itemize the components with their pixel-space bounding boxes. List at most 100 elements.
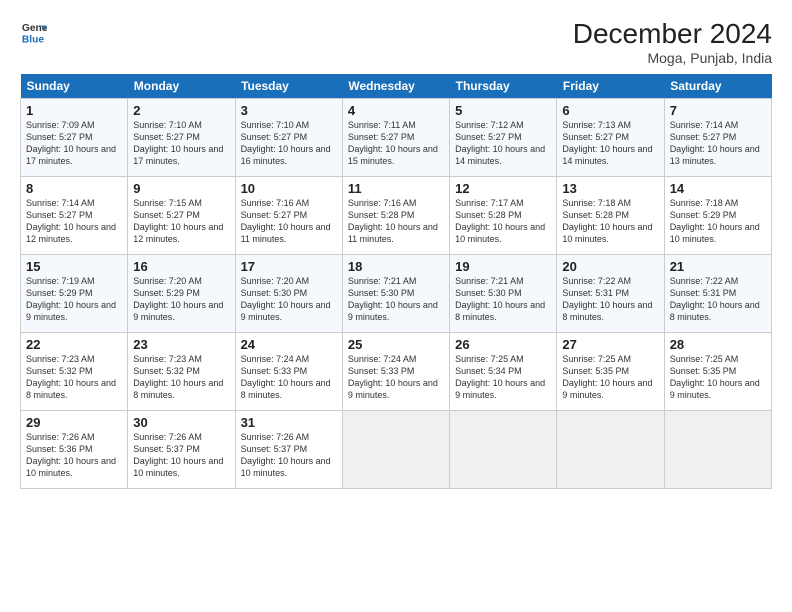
day-info: Sunrise: 7:13 AMSunset: 5:27 PMDaylight:… (562, 119, 658, 168)
day-info: Sunrise: 7:14 AMSunset: 5:27 PMDaylight:… (670, 119, 766, 168)
calendar-cell (450, 411, 557, 489)
calendar-cell: 9Sunrise: 7:15 AMSunset: 5:27 PMDaylight… (128, 177, 235, 255)
calendar-cell: 18Sunrise: 7:21 AMSunset: 5:30 PMDayligh… (342, 255, 449, 333)
calendar-cell: 14Sunrise: 7:18 AMSunset: 5:29 PMDayligh… (664, 177, 771, 255)
day-of-week-header: Saturday (664, 74, 771, 99)
day-info: Sunrise: 7:21 AMSunset: 5:30 PMDaylight:… (455, 275, 551, 324)
day-of-week-header: Sunday (21, 74, 128, 99)
calendar-cell (664, 411, 771, 489)
day-number: 2 (133, 103, 229, 118)
calendar-cell: 4Sunrise: 7:11 AMSunset: 5:27 PMDaylight… (342, 99, 449, 177)
calendar-cell: 26Sunrise: 7:25 AMSunset: 5:34 PMDayligh… (450, 333, 557, 411)
day-info: Sunrise: 7:19 AMSunset: 5:29 PMDaylight:… (26, 275, 122, 324)
calendar-cell: 22Sunrise: 7:23 AMSunset: 5:32 PMDayligh… (21, 333, 128, 411)
day-info: Sunrise: 7:25 AMSunset: 5:34 PMDaylight:… (455, 353, 551, 402)
calendar-cell: 20Sunrise: 7:22 AMSunset: 5:31 PMDayligh… (557, 255, 664, 333)
page: General Blue December 2024 Moga, Punjab,… (0, 0, 792, 499)
day-info: Sunrise: 7:23 AMSunset: 5:32 PMDaylight:… (26, 353, 122, 402)
svg-text:Blue: Blue (22, 34, 45, 45)
calendar-cell: 7Sunrise: 7:14 AMSunset: 5:27 PMDaylight… (664, 99, 771, 177)
calendar-cell: 11Sunrise: 7:16 AMSunset: 5:28 PMDayligh… (342, 177, 449, 255)
day-info: Sunrise: 7:20 AMSunset: 5:29 PMDaylight:… (133, 275, 229, 324)
day-number: 11 (348, 181, 444, 196)
day-of-week-header: Friday (557, 74, 664, 99)
day-number: 16 (133, 259, 229, 274)
day-number: 4 (348, 103, 444, 118)
day-info: Sunrise: 7:26 AMSunset: 5:36 PMDaylight:… (26, 431, 122, 480)
day-info: Sunrise: 7:18 AMSunset: 5:29 PMDaylight:… (670, 197, 766, 246)
day-number: 20 (562, 259, 658, 274)
day-number: 6 (562, 103, 658, 118)
calendar-cell: 12Sunrise: 7:17 AMSunset: 5:28 PMDayligh… (450, 177, 557, 255)
day-info: Sunrise: 7:12 AMSunset: 5:27 PMDaylight:… (455, 119, 551, 168)
calendar-cell: 5Sunrise: 7:12 AMSunset: 5:27 PMDaylight… (450, 99, 557, 177)
calendar-cell: 25Sunrise: 7:24 AMSunset: 5:33 PMDayligh… (342, 333, 449, 411)
calendar-cell (342, 411, 449, 489)
day-info: Sunrise: 7:10 AMSunset: 5:27 PMDaylight:… (133, 119, 229, 168)
day-of-week-header: Wednesday (342, 74, 449, 99)
day-number: 10 (241, 181, 337, 196)
day-info: Sunrise: 7:24 AMSunset: 5:33 PMDaylight:… (241, 353, 337, 402)
day-number: 31 (241, 415, 337, 430)
day-info: Sunrise: 7:16 AMSunset: 5:28 PMDaylight:… (348, 197, 444, 246)
day-info: Sunrise: 7:21 AMSunset: 5:30 PMDaylight:… (348, 275, 444, 324)
day-info: Sunrise: 7:25 AMSunset: 5:35 PMDaylight:… (562, 353, 658, 402)
day-info: Sunrise: 7:20 AMSunset: 5:30 PMDaylight:… (241, 275, 337, 324)
calendar-cell: 6Sunrise: 7:13 AMSunset: 5:27 PMDaylight… (557, 99, 664, 177)
day-number: 13 (562, 181, 658, 196)
day-number: 15 (26, 259, 122, 274)
day-number: 19 (455, 259, 551, 274)
day-info: Sunrise: 7:14 AMSunset: 5:27 PMDaylight:… (26, 197, 122, 246)
calendar-cell: 17Sunrise: 7:20 AMSunset: 5:30 PMDayligh… (235, 255, 342, 333)
day-number: 30 (133, 415, 229, 430)
day-number: 25 (348, 337, 444, 352)
day-info: Sunrise: 7:22 AMSunset: 5:31 PMDaylight:… (670, 275, 766, 324)
day-info: Sunrise: 7:15 AMSunset: 5:27 PMDaylight:… (133, 197, 229, 246)
day-number: 9 (133, 181, 229, 196)
day-number: 12 (455, 181, 551, 196)
day-info: Sunrise: 7:26 AMSunset: 5:37 PMDaylight:… (133, 431, 229, 480)
calendar-cell: 28Sunrise: 7:25 AMSunset: 5:35 PMDayligh… (664, 333, 771, 411)
day-number: 27 (562, 337, 658, 352)
day-of-week-header: Tuesday (235, 74, 342, 99)
location-title: Moga, Punjab, India (573, 50, 772, 66)
day-number: 14 (670, 181, 766, 196)
day-number: 18 (348, 259, 444, 274)
day-info: Sunrise: 7:16 AMSunset: 5:27 PMDaylight:… (241, 197, 337, 246)
day-number: 1 (26, 103, 122, 118)
day-number: 21 (670, 259, 766, 274)
header: General Blue December 2024 Moga, Punjab,… (20, 18, 772, 66)
calendar-cell: 1Sunrise: 7:09 AMSunset: 5:27 PMDaylight… (21, 99, 128, 177)
day-info: Sunrise: 7:23 AMSunset: 5:32 PMDaylight:… (133, 353, 229, 402)
day-number: 22 (26, 337, 122, 352)
calendar-cell: 19Sunrise: 7:21 AMSunset: 5:30 PMDayligh… (450, 255, 557, 333)
calendar-cell: 27Sunrise: 7:25 AMSunset: 5:35 PMDayligh… (557, 333, 664, 411)
day-number: 26 (455, 337, 551, 352)
calendar-table: SundayMondayTuesdayWednesdayThursdayFrid… (20, 74, 772, 489)
calendar-cell (557, 411, 664, 489)
calendar-cell: 30Sunrise: 7:26 AMSunset: 5:37 PMDayligh… (128, 411, 235, 489)
calendar-cell: 2Sunrise: 7:10 AMSunset: 5:27 PMDaylight… (128, 99, 235, 177)
day-number: 24 (241, 337, 337, 352)
day-info: Sunrise: 7:25 AMSunset: 5:35 PMDaylight:… (670, 353, 766, 402)
day-info: Sunrise: 7:24 AMSunset: 5:33 PMDaylight:… (348, 353, 444, 402)
day-info: Sunrise: 7:10 AMSunset: 5:27 PMDaylight:… (241, 119, 337, 168)
day-of-week-header: Thursday (450, 74, 557, 99)
day-number: 17 (241, 259, 337, 274)
day-number: 28 (670, 337, 766, 352)
calendar-cell: 10Sunrise: 7:16 AMSunset: 5:27 PMDayligh… (235, 177, 342, 255)
day-info: Sunrise: 7:18 AMSunset: 5:28 PMDaylight:… (562, 197, 658, 246)
month-title: December 2024 (573, 18, 772, 50)
calendar-cell: 8Sunrise: 7:14 AMSunset: 5:27 PMDaylight… (21, 177, 128, 255)
day-number: 23 (133, 337, 229, 352)
day-of-week-header: Monday (128, 74, 235, 99)
logo: General Blue (20, 18, 48, 46)
calendar-cell: 23Sunrise: 7:23 AMSunset: 5:32 PMDayligh… (128, 333, 235, 411)
day-info: Sunrise: 7:17 AMSunset: 5:28 PMDaylight:… (455, 197, 551, 246)
day-number: 3 (241, 103, 337, 118)
calendar-cell: 24Sunrise: 7:24 AMSunset: 5:33 PMDayligh… (235, 333, 342, 411)
day-number: 29 (26, 415, 122, 430)
day-info: Sunrise: 7:09 AMSunset: 5:27 PMDaylight:… (26, 119, 122, 168)
day-number: 8 (26, 181, 122, 196)
calendar-cell: 21Sunrise: 7:22 AMSunset: 5:31 PMDayligh… (664, 255, 771, 333)
